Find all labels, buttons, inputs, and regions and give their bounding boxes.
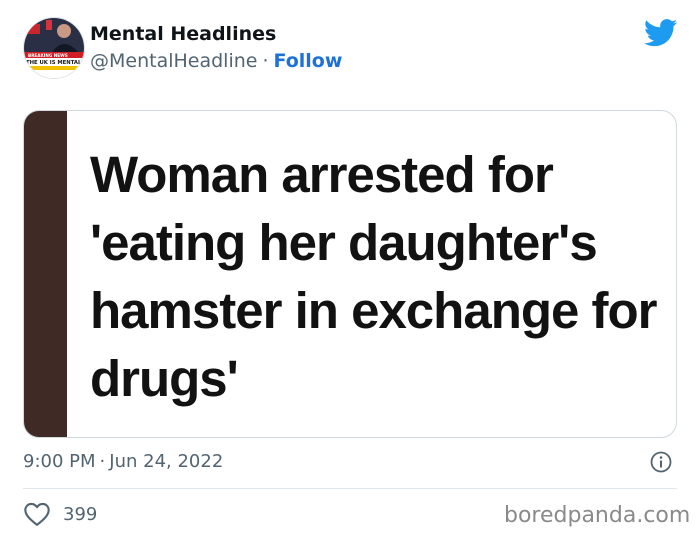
timestamp-separator: · bbox=[99, 451, 106, 472]
like-button[interactable]: 399 bbox=[23, 500, 97, 528]
source-watermark: boredpanda.com bbox=[504, 503, 691, 528]
avatar-badge-top: BREAKING NEWS bbox=[28, 53, 68, 58]
divider bbox=[23, 488, 677, 489]
tweet-media[interactable]: Woman arrested for 'eating her daughter'… bbox=[23, 110, 677, 438]
avatar-image: BREAKING NEWS THE UK IS MENTAL bbox=[24, 18, 84, 78]
media-headline-text: Woman arrested for 'eating her daughter'… bbox=[90, 146, 658, 407]
heart-icon bbox=[24, 502, 50, 526]
like-count: 399 bbox=[63, 503, 98, 525]
tweet-time: 9:00 PM bbox=[23, 451, 96, 472]
author-display-name[interactable]: Mental Headlines bbox=[90, 23, 276, 45]
tweet-timestamp[interactable]: 9:00 PM · Jun 24, 2022 bbox=[23, 451, 223, 472]
avatar[interactable]: BREAKING NEWS THE UK IS MENTAL bbox=[23, 17, 85, 79]
info-icon[interactable] bbox=[650, 451, 672, 473]
author-handle-row: @MentalHeadline · Follow bbox=[90, 50, 342, 72]
media-color-bar bbox=[24, 111, 67, 437]
tweet-date: Jun 24, 2022 bbox=[109, 451, 224, 472]
twitter-bird-icon[interactable] bbox=[644, 19, 678, 47]
avatar-badge-main: THE UK IS MENTAL bbox=[26, 60, 82, 66]
follow-button[interactable]: Follow bbox=[274, 50, 343, 72]
author-handle[interactable]: @MentalHeadline bbox=[90, 50, 257, 72]
handle-separator: · bbox=[262, 50, 269, 72]
tweet-card: BREAKING NEWS THE UK IS MENTAL Mental He… bbox=[0, 0, 700, 540]
